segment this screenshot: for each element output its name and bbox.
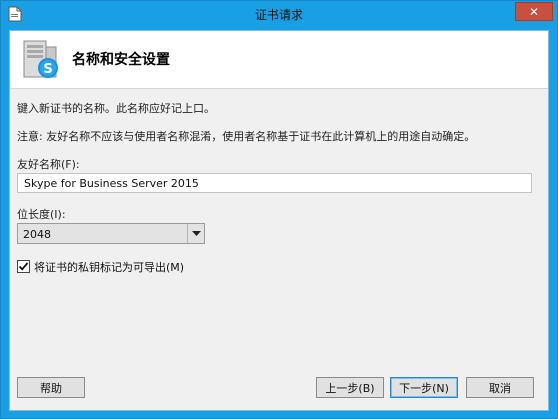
close-icon: ✕ bbox=[528, 4, 540, 19]
exportable-key-label[interactable]: 将证书的私钥标记为可导出(M) bbox=[34, 259, 184, 275]
title-bar[interactable]: 证书请求 ✕ bbox=[1, 1, 557, 29]
bit-length-select[interactable]: 2048 bbox=[17, 223, 205, 244]
cancel-button[interactable]: 取消 bbox=[466, 377, 534, 398]
intro-text: 键入新证书的名称。此名称应好记上口。 bbox=[17, 102, 215, 115]
bit-length-value: 2048 bbox=[23, 228, 51, 241]
dialog-body: S 名称和安全设置 键入新证书的名称。此名称应好记上口。 注意: 友好名称不应该… bbox=[9, 30, 549, 411]
checkmark-icon bbox=[18, 262, 29, 271]
chevron-down-icon[interactable] bbox=[187, 224, 204, 243]
skype-server-icon: S bbox=[18, 37, 64, 83]
friendly-name-label: 友好名称(F): bbox=[17, 158, 80, 171]
close-button[interactable]: ✕ bbox=[515, 2, 553, 21]
certificate-request-window: 证书请求 ✕ S 名称和安全设置 键入新证书的名称。此名称应好记上口。 注意: … bbox=[0, 0, 558, 419]
wizard-header: S 名称和安全设置 bbox=[10, 31, 548, 89]
svg-text:S: S bbox=[43, 62, 52, 77]
help-button[interactable]: 帮助 bbox=[17, 377, 85, 398]
back-button[interactable]: 上一步(B) bbox=[316, 377, 384, 398]
exportable-key-checkbox[interactable] bbox=[17, 260, 30, 273]
page-title: 名称和安全设置 bbox=[72, 52, 170, 68]
window-title: 证书请求 bbox=[254, 8, 303, 22]
bit-length-label: 位长度(I): bbox=[17, 208, 66, 221]
next-button[interactable]: 下一步(N) bbox=[390, 377, 458, 398]
friendly-name-input[interactable]: Skype for Business Server 2015 bbox=[17, 173, 532, 193]
note-text: 注意: 友好名称不应该与使用者名称混淆，使用者名称基于证书在此计算机上的用途自动… bbox=[17, 130, 476, 143]
